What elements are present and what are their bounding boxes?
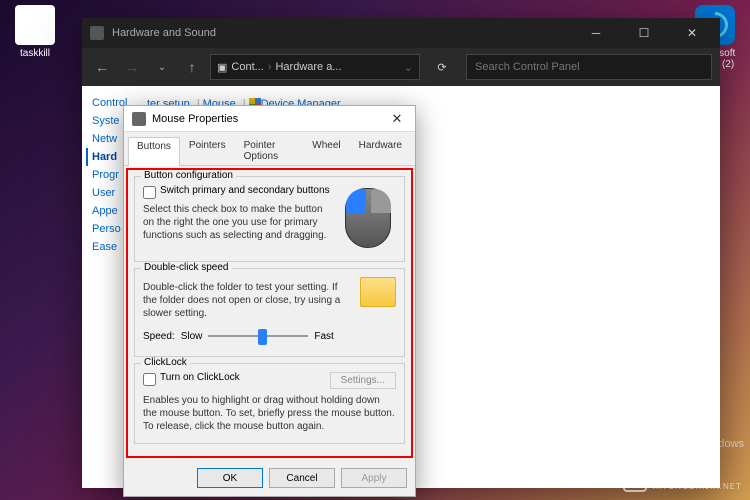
speed-slider[interactable] [208,326,308,346]
back-button[interactable]: ← [90,55,114,79]
clicklock-group: ClickLock Settings... Turn on ClickLock … [134,363,405,444]
tab-pointers[interactable]: Pointers [180,136,235,165]
dialog-footer: OK Cancel Apply [124,460,415,496]
breadcrumb[interactable]: ▣ Cont... › Hardware a... ⌄ [210,54,420,80]
checkbox-input[interactable] [143,186,156,199]
tab-wheel[interactable]: Wheel [303,136,349,165]
maximize-button[interactable]: ☐ [624,18,664,48]
mouse-illustration [341,185,396,251]
checkbox-input[interactable] [143,373,156,386]
apply-button[interactable]: Apply [341,468,407,488]
minimize-button[interactable]: ─ [576,18,616,48]
window-titlebar[interactable]: Hardware and Sound ─ ☐ ✕ [82,18,720,48]
tab-hardware[interactable]: Hardware [350,136,411,165]
tab-buttons[interactable]: Buttons [128,137,180,166]
up-button[interactable]: ↑ [180,55,204,79]
dialog-title: Mouse Properties [152,113,387,125]
mouse-properties-dialog: Mouse Properties ✕ ButtonsPointersPointe… [123,105,416,497]
test-folder-icon[interactable] [360,277,396,307]
dialog-titlebar[interactable]: Mouse Properties ✕ [124,106,415,132]
clicklock-checkbox[interactable]: Turn on ClickLock [143,372,330,386]
file-icon [15,5,55,45]
group-description: Enables you to highlight or drag without… [143,390,396,433]
speed-label: Speed: [143,331,175,342]
forward-button[interactable]: → [120,55,144,79]
app-icon [90,26,104,40]
search-input[interactable]: Search Control Panel [466,54,712,80]
refresh-button[interactable]: ⟳ [430,61,454,74]
mouse-icon [132,112,146,126]
button-config-group: Button configuration Switch primary and … [134,176,405,262]
group-title: Button configuration [141,170,236,181]
clicklock-settings-button[interactable]: Settings... [330,372,396,389]
close-button[interactable]: ✕ [672,18,712,48]
window-title: Hardware and Sound [112,27,568,39]
switch-buttons-checkbox[interactable]: Switch primary and secondary buttons [143,185,335,199]
dialog-body: Button configuration Switch primary and … [126,168,413,458]
group-description: Double-click the folder to test your set… [143,281,396,320]
cancel-button[interactable]: Cancel [269,468,335,488]
group-title: Double-click speed [141,262,232,273]
desktop-icon-label: taskkill [5,48,65,59]
slow-label: Slow [181,331,203,342]
nav-dropdown[interactable]: ⌄ [150,55,174,79]
close-icon[interactable]: ✕ [387,111,407,127]
watermark: 系统之家 XITONGZHIJIA.NET [623,468,742,492]
group-title: ClickLock [141,357,190,368]
tab-strip: ButtonsPointersPointer OptionsWheelHardw… [124,132,415,166]
folder-icon: ▣ [217,61,227,74]
house-icon [623,468,647,492]
ok-button[interactable]: OK [197,468,263,488]
desktop-icon-taskkill[interactable]: taskkill [5,5,65,59]
tab-pointer-options[interactable]: Pointer Options [235,136,304,165]
chevron-right-icon: › [268,61,272,73]
double-click-group: Double-click speed Double-click the fold… [134,268,405,357]
fast-label: Fast [314,331,333,342]
nav-toolbar: ← → ⌄ ↑ ▣ Cont... › Hardware a... ⌄ ⟳ Se… [82,48,720,86]
chevron-down-icon[interactable]: ⌄ [404,61,413,74]
